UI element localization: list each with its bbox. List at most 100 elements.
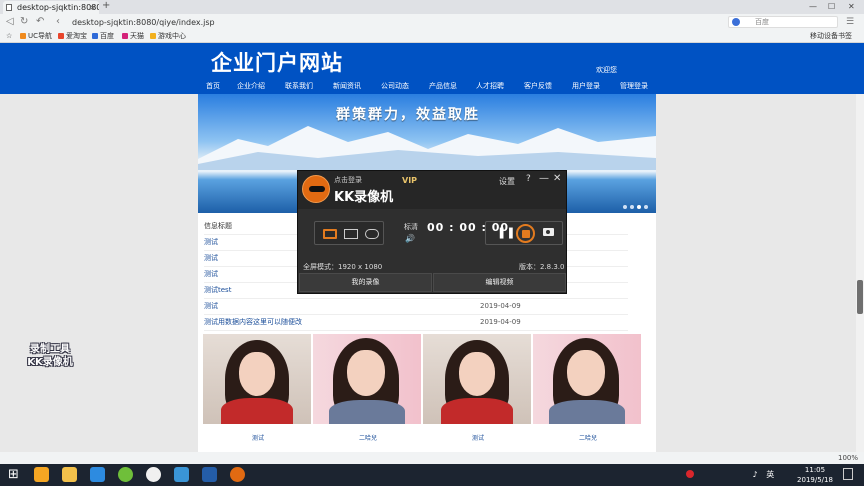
clock-time: 11:05 <box>804 466 826 474</box>
watermark-line2: KK录像机 <box>27 357 73 368</box>
maximize-window-button[interactable]: ☐ <box>828 0 835 13</box>
windows-start-icon[interactable]: ⊞ <box>6 467 21 482</box>
photo-caption[interactable]: 二哈兒 <box>579 433 597 442</box>
bookmark-label: 天猫 <box>130 32 144 40</box>
kk-settings-button[interactable]: 设置 <box>499 176 515 187</box>
photo-4[interactable] <box>533 334 641 424</box>
zoom-level[interactable]: 100% <box>838 452 858 464</box>
table-row[interactable]: 测试用数据内容这里可以随便改 2019-04-09 <box>204 315 628 331</box>
slide-dot[interactable] <box>630 205 634 209</box>
minimize-window-button[interactable]: — <box>809 0 817 13</box>
nav-home[interactable]: 首页 <box>206 81 220 91</box>
bookmark-uc[interactable]: UC导航 <box>20 30 52 42</box>
bookmark-tmall[interactable]: 天猫 <box>122 30 144 42</box>
banner-slogan: 群策群力，效益取胜 <box>336 107 480 123</box>
new-tab-button[interactable]: + <box>102 0 110 11</box>
volume-icon[interactable]: 🔊 <box>405 234 415 243</box>
edit-video-button[interactable]: 编辑视频 <box>433 273 566 292</box>
wechat-icon[interactable] <box>118 467 133 482</box>
nav-user-login[interactable]: 用户登录 <box>572 81 600 91</box>
kk-minimize-button[interactable]: — <box>539 173 549 184</box>
welcome-text: 欢迎您 <box>596 66 617 74</box>
explorer-app-icon[interactable] <box>34 467 49 482</box>
slide-dot[interactable] <box>623 205 627 209</box>
app-icon[interactable] <box>202 467 217 482</box>
row-title[interactable]: 测试test <box>204 283 231 297</box>
url-input[interactable]: desktop-sjqktin:8080/qiye/index.jsp <box>72 16 722 29</box>
help-icon[interactable]: ? <box>526 174 531 184</box>
kk-vip-badge[interactable]: VIP <box>402 176 417 185</box>
browser-tab[interactable]: desktop-sjqktin:8080 × <box>3 1 99 14</box>
kk-close-button[interactable]: ✕ <box>553 173 561 184</box>
nav-products[interactable]: 产品信息 <box>429 81 457 91</box>
nav-jobs[interactable]: 人才招聘 <box>476 81 504 91</box>
fullscreen-resolution: 全屏模式：1920 x 1080 <box>303 263 383 271</box>
screenshot-icon[interactable] <box>543 228 554 236</box>
kk-header: 点击登录 VIP KK录像机 设置 ? — ✕ <box>298 171 566 209</box>
kk-recorder-taskbar-icon[interactable] <box>230 467 245 482</box>
row-title[interactable]: 测试用数据内容这里可以随便改 <box>204 315 302 329</box>
my-recordings-button[interactable]: 我的录像 <box>299 273 432 292</box>
nav-news[interactable]: 新闻资讯 <box>333 81 361 91</box>
tab-title: desktop-sjqktin:8080 <box>17 3 99 12</box>
table-row[interactable]: 测试 2019-04-09 <box>204 299 628 315</box>
notification-icon[interactable] <box>843 468 853 480</box>
site-header: 企业门户网站 欢迎您 首页 企业介绍 联系我们 新闻资讯 公司动态 产品信息 人… <box>0 43 864 94</box>
taobao-icon <box>58 33 64 39</box>
star-icon[interactable]: ☆ <box>6 30 12 42</box>
fullscreen-mode-icon[interactable] <box>323 229 337 239</box>
photo-2[interactable] <box>313 334 421 424</box>
row-title[interactable]: 测试 <box>204 299 218 313</box>
tmall-icon <box>122 33 128 39</box>
photo-caption[interactable]: 测试 <box>252 433 264 442</box>
refresh-icon[interactable]: ↻ <box>20 16 28 28</box>
slide-dot[interactable] <box>644 205 648 209</box>
bookmark-games[interactable]: 游戏中心 <box>150 30 186 42</box>
nav-contact[interactable]: 联系我们 <box>285 81 313 91</box>
nav-feedback[interactable]: 客户反馈 <box>524 81 552 91</box>
undo-icon[interactable]: ↶ <box>36 16 44 28</box>
region-mode-icon[interactable] <box>344 229 358 239</box>
page-scrollbar[interactable] <box>856 94 864 464</box>
scrollbar-thumb[interactable] <box>857 280 863 314</box>
chevron-left-icon[interactable]: ‹ <box>56 16 60 28</box>
gamepad-icon[interactable] <box>365 229 379 239</box>
photo-caption[interactable]: 二哈兒 <box>359 433 377 442</box>
bookmark-baidu[interactable]: 百度 <box>92 30 114 42</box>
bookmark-aitaobao[interactable]: 爱淘宝 <box>58 30 87 42</box>
record-button[interactable] <box>516 224 535 243</box>
game-icon <box>150 33 156 39</box>
row-title[interactable]: 测试 <box>204 267 218 281</box>
row-title[interactable]: 测试 <box>204 235 218 249</box>
input-language[interactable]: 英 <box>766 470 774 479</box>
photo-caption[interactable]: 测试 <box>472 433 484 442</box>
uc-icon <box>20 33 26 39</box>
ide-icon[interactable] <box>174 467 189 482</box>
folder-icon[interactable] <box>62 467 77 482</box>
search-input[interactable]: 百度 <box>728 16 838 28</box>
nav-admin-login[interactable]: 管理登录 <box>620 81 648 91</box>
quality-select[interactable]: 标清 <box>404 222 418 232</box>
close-window-button[interactable]: ✕ <box>848 0 855 13</box>
nav-about[interactable]: 企业介绍 <box>237 81 265 91</box>
chrome-icon[interactable] <box>146 467 161 482</box>
slide-dot-active[interactable] <box>637 205 641 209</box>
pause-button[interactable]: ❚❚ <box>497 226 515 239</box>
back-icon[interactable]: ◁ <box>6 16 14 28</box>
info-header: 信息标题 <box>204 222 232 230</box>
kk-recorder-window: 点击登录 VIP KK录像机 设置 ? — ✕ 标清 🔊 00 : 00 : 0… <box>297 170 567 294</box>
photo-1[interactable] <box>203 334 311 424</box>
kk-login-link[interactable]: 点击登录 <box>334 175 362 185</box>
row-title[interactable]: 测试 <box>204 251 218 265</box>
volume-tray-icon[interactable]: ♪ <box>753 470 758 479</box>
recorder-watermark: 录制工具 KK录像机 <box>15 343 85 369</box>
photo-3[interactable] <box>423 334 531 424</box>
mobile-bookmarks[interactable]: 移动设备书签 <box>810 30 852 42</box>
tray-app-icon[interactable] <box>686 470 694 478</box>
system-clock[interactable]: 11:05 2019/5/18 <box>795 465 835 485</box>
menu-icon[interactable]: ☰ <box>846 16 854 28</box>
nav-company-news[interactable]: 公司动态 <box>381 81 409 91</box>
close-tab-icon[interactable]: × <box>89 1 96 14</box>
version-label: 版本：2.8.3.0 <box>519 263 565 271</box>
browser-app-icon[interactable] <box>90 467 105 482</box>
